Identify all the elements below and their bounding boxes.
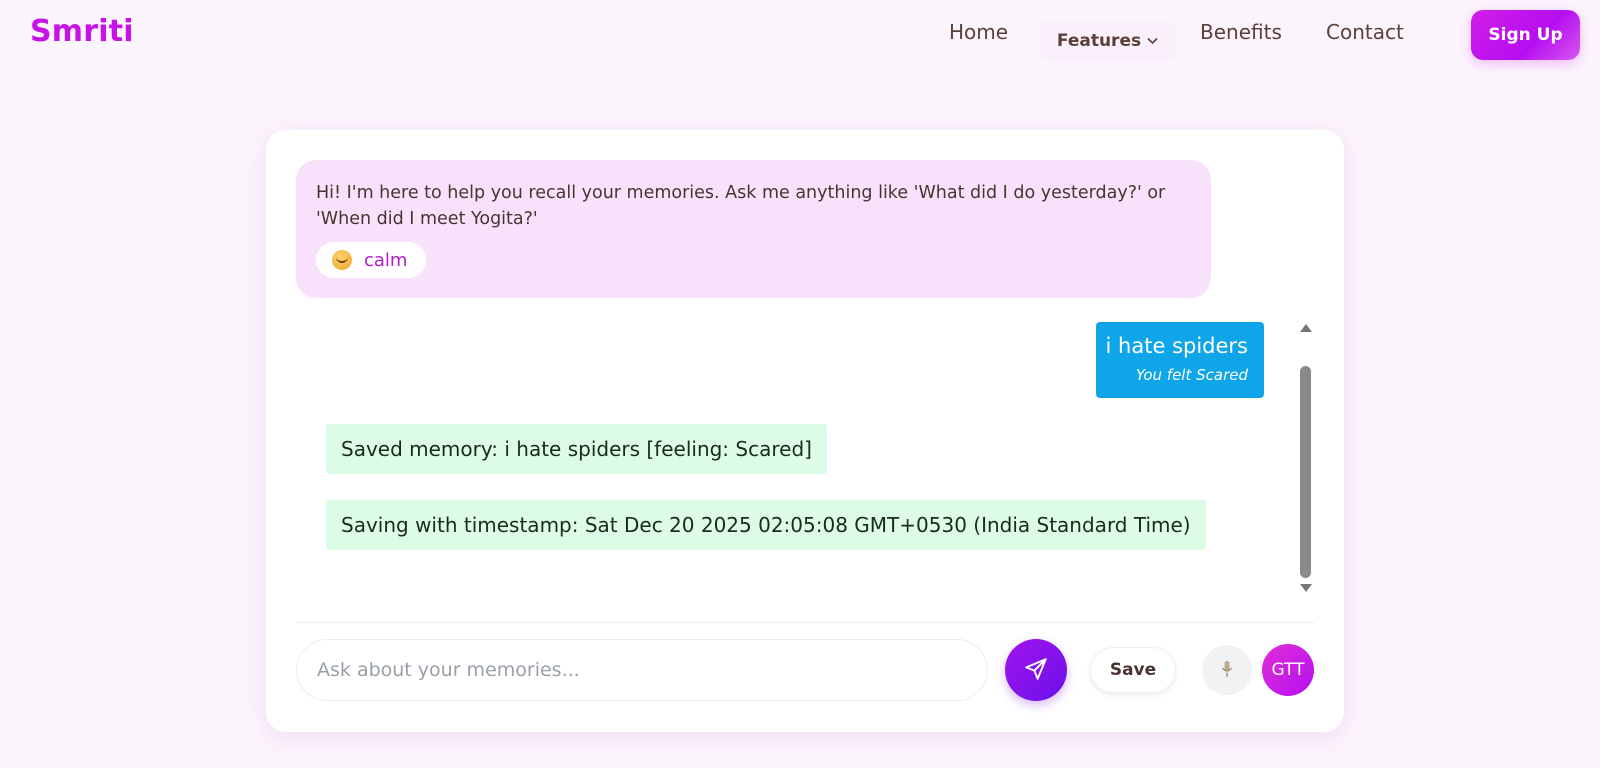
scroll-down-arrow-icon[interactable] — [1300, 584, 1312, 592]
save-button[interactable]: Save — [1090, 647, 1176, 693]
nav-links: Home Benefits Contact — [0, 20, 1600, 50]
user-message-text: i hate spiders — [1105, 334, 1248, 358]
microphone-button[interactable] — [1202, 645, 1252, 695]
scrollbar-thumb[interactable] — [1300, 366, 1311, 578]
composer: Save GTT — [296, 639, 1314, 701]
composer-divider — [296, 622, 1314, 623]
send-button[interactable] — [1005, 639, 1067, 701]
system-message-timestamp: Saving with timestamp: Sat Dec 20 2025 0… — [326, 500, 1206, 550]
user-message-feeling: You felt Scared — [1135, 366, 1248, 384]
smiling-face-icon — [332, 250, 352, 270]
chevron-down-icon — [1147, 35, 1158, 48]
mood-label: calm — [364, 249, 408, 271]
bot-message: Hi! I'm here to help you recall your mem… — [296, 160, 1211, 298]
user-message: i hate spiders You felt Scared — [1096, 322, 1264, 398]
scroll-up-arrow-icon[interactable] — [1300, 324, 1312, 332]
bot-greeting-text: Hi! I'm here to help you recall your mem… — [316, 183, 1166, 229]
top-nav: Smriti Home Benefits Contact Features Si… — [0, 0, 1600, 70]
memory-question-input[interactable] — [296, 639, 988, 701]
mood-chip[interactable]: calm — [316, 242, 426, 278]
nav-benefits[interactable]: Benefits — [1200, 20, 1282, 44]
chat-card: Hi! I'm here to help you recall your mem… — [266, 130, 1344, 732]
message-list[interactable]: i hate spiders You felt Scared Saved mem… — [296, 320, 1314, 610]
gtt-button[interactable]: GTT — [1262, 644, 1314, 696]
nav-features-dropdown[interactable]: Features — [1040, 20, 1175, 62]
microphone-icon — [1221, 660, 1233, 681]
nav-features-label: Features — [1056, 31, 1142, 51]
sign-up-button[interactable]: Sign Up — [1471, 10, 1580, 60]
nav-contact[interactable]: Contact — [1326, 20, 1404, 44]
system-message-saved: Saved memory: i hate spiders [feeling: S… — [326, 424, 827, 474]
scrollbar[interactable] — [1298, 320, 1314, 596]
send-icon — [1023, 656, 1049, 685]
nav-home[interactable]: Home — [949, 20, 1008, 44]
